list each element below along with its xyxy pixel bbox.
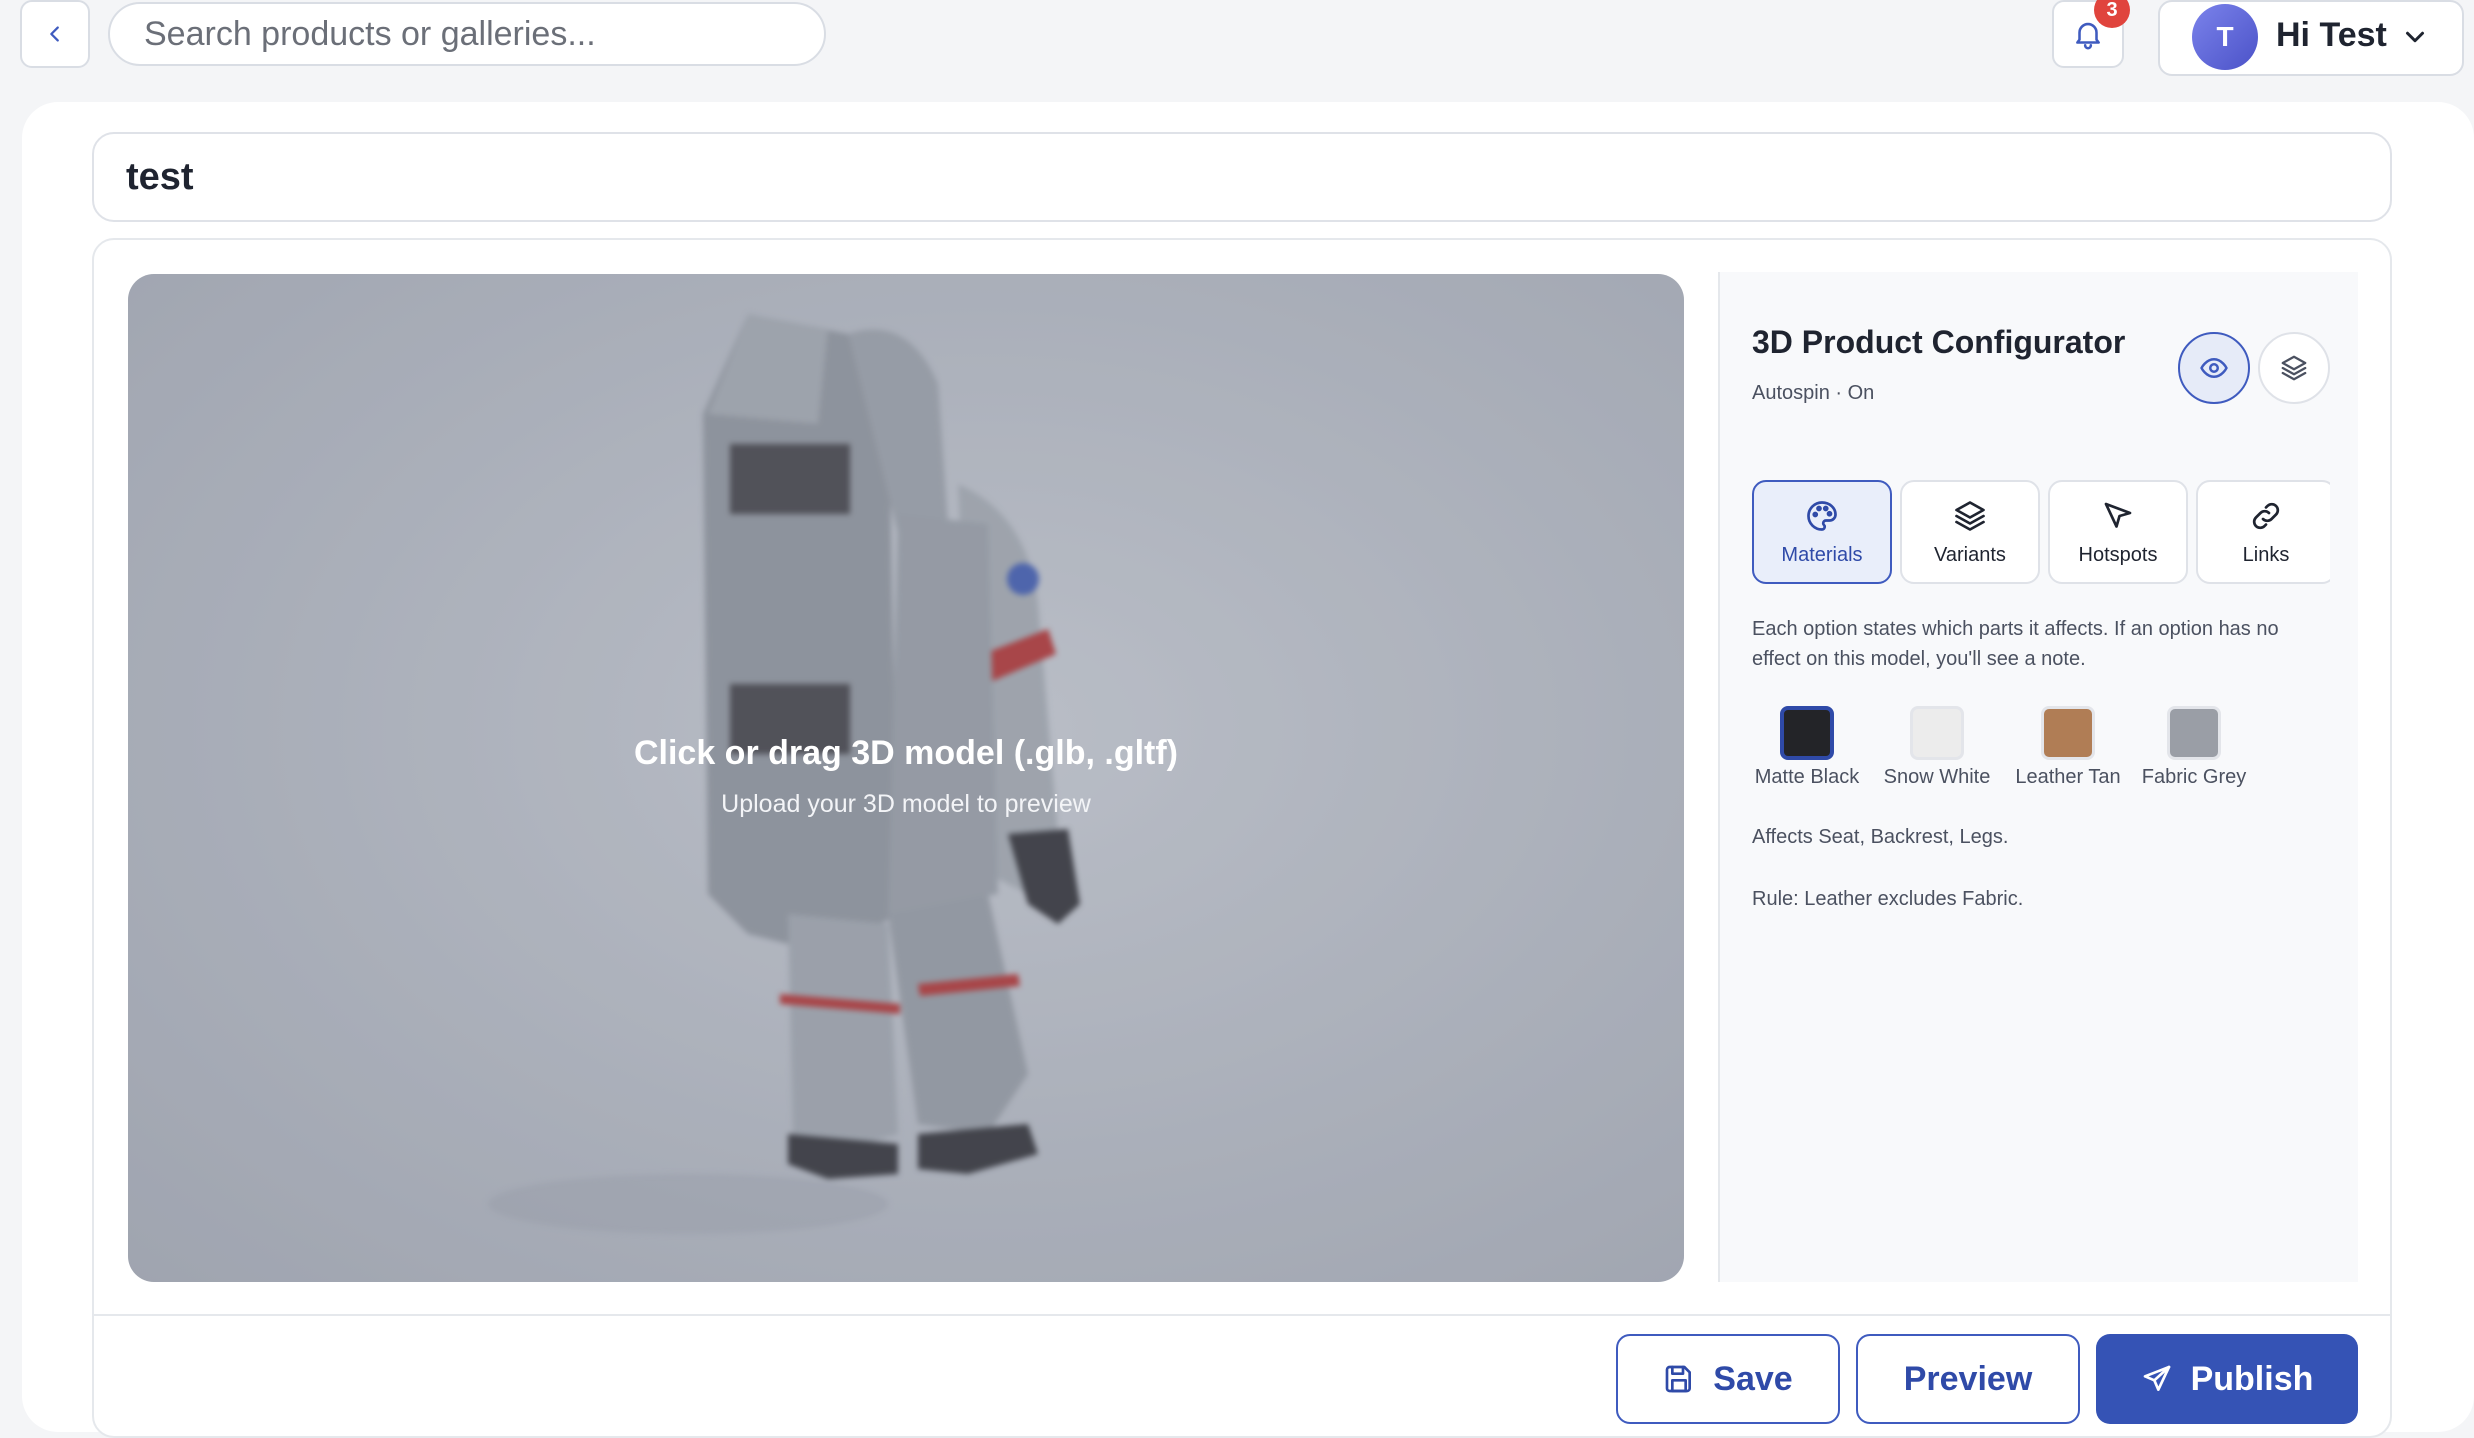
- save-button[interactable]: Save: [1616, 1334, 1840, 1424]
- eye-icon: [2200, 358, 2228, 378]
- search-bar[interactable]: [108, 2, 826, 66]
- save-icon: [1665, 1365, 1692, 1393]
- swatch-chip: [1780, 706, 1834, 760]
- swatch-leather-tan[interactable]: Leather Tan: [2010, 706, 2126, 789]
- cursor-icon: [2104, 502, 2132, 528]
- link-icon: [2252, 502, 2280, 530]
- chevron-down-icon: [2406, 31, 2424, 43]
- swatch-chip: [2167, 706, 2221, 760]
- user-menu-button[interactable]: T Hi Test: [2158, 0, 2464, 76]
- swatch-chip: [2041, 706, 2095, 760]
- affects-note: Affects Seat, Backrest, Legs.: [1752, 826, 2009, 848]
- swatch-label: Matte Black: [1754, 766, 1860, 788]
- tab-links[interactable]: Links: [2196, 480, 2330, 584]
- model-viewer-dropzone[interactable]: Click or drag 3D model (.glb, .gltf) Upl…: [128, 274, 1684, 1282]
- user-greeting: Hi Test: [2276, 16, 2387, 54]
- publish-button[interactable]: Publish: [2096, 1334, 2358, 1424]
- preview-label: Preview: [1903, 1359, 2033, 1398]
- tab-materials[interactable]: Materials: [1752, 480, 1892, 584]
- back-button[interactable]: [20, 0, 90, 68]
- swatch-chip: [1910, 706, 1964, 760]
- dropzone-subtitle: Upload your 3D model to preview: [721, 790, 1091, 818]
- avatar: T: [2192, 4, 2258, 70]
- configurator-tabs: Materials Variants Hotspots Links: [1752, 480, 2330, 584]
- palette-icon: [1807, 501, 1837, 531]
- tab-label: Links: [2242, 544, 2290, 566]
- configurator-title: 3D Product Configurator: [1752, 324, 2126, 360]
- rule-note: Rule: Leather excludes Fabric.: [1752, 888, 2024, 910]
- swatch-snow-white[interactable]: Snow White: [1878, 706, 1996, 789]
- tab-label: Variants: [1934, 544, 2006, 566]
- options-description: Each option states which parts it affect…: [1752, 618, 2279, 670]
- layers-icon: [1955, 501, 1985, 531]
- project-title: test: [126, 156, 194, 198]
- layers-button[interactable]: [2258, 332, 2330, 404]
- footer-divider: [94, 1314, 2390, 1316]
- send-icon: [2143, 1365, 2170, 1391]
- autospin-status: Autospin · On: [1752, 382, 1875, 404]
- swatch-label: Snow White: [1883, 766, 1991, 788]
- tab-variants[interactable]: Variants: [1900, 480, 2040, 584]
- tab-label: Hotspots: [2078, 544, 2158, 566]
- chevron-left-icon: [50, 26, 59, 42]
- swatch-matte-black[interactable]: Matte Black: [1752, 706, 1862, 789]
- project-title-field[interactable]: test: [92, 132, 2392, 222]
- search-input[interactable]: [142, 13, 824, 55]
- toggle-preview-button[interactable]: [2178, 332, 2250, 404]
- tab-label: Materials: [1781, 544, 1863, 566]
- save-label: Save: [1713, 1359, 1793, 1398]
- viewer-overlay: [128, 274, 1684, 1282]
- dropzone-title: Click or drag 3D model (.glb, .gltf): [633, 734, 1179, 772]
- publish-label: Publish: [2190, 1359, 2314, 1398]
- layers-icon: [2281, 355, 2307, 381]
- swatch-fabric-grey[interactable]: Fabric Grey: [2138, 706, 2250, 789]
- swatch-label: Leather Tan: [2015, 766, 2121, 788]
- swatch-label: Fabric Grey: [2141, 766, 2247, 788]
- top-bar: 3 T Hi Test: [0, 0, 2474, 90]
- preview-button[interactable]: Preview: [1856, 1334, 2080, 1424]
- tab-hotspots[interactable]: Hotspots: [2048, 480, 2188, 584]
- configurator-panel: 3D Product Configurator Autospin · On Ma…: [1718, 272, 2358, 1282]
